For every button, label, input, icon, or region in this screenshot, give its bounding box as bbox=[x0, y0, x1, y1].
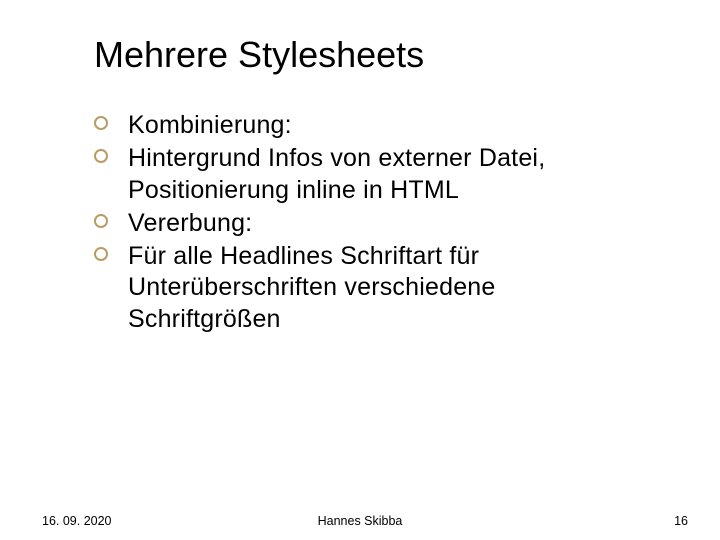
list-item: Kombinierung: bbox=[94, 110, 654, 141]
circle-bullet-icon bbox=[94, 116, 108, 130]
slide-title: Mehrere Stylesheets bbox=[94, 34, 424, 76]
bullet-list: Kombinierung: Hintergrund Infos von exte… bbox=[94, 110, 654, 335]
list-item-text: Hintergrund Infos von externer Datei, Po… bbox=[128, 144, 545, 203]
list-item-text: Vererbung: bbox=[128, 209, 252, 237]
slide-body: Kombinierung: Hintergrund Infos von exte… bbox=[94, 110, 654, 337]
list-item: Vererbung: bbox=[94, 208, 654, 239]
list-item: Hintergrund Infos von externer Datei, Po… bbox=[94, 143, 654, 206]
footer-author: Hannes Skibba bbox=[0, 514, 720, 528]
circle-bullet-icon bbox=[94, 149, 108, 163]
list-item: Für alle Headlines Schriftart für Unterü… bbox=[94, 241, 654, 335]
list-item-text: Kombinierung: bbox=[128, 111, 292, 139]
circle-bullet-icon bbox=[94, 247, 108, 261]
slide-footer: 16. 09. 2020 Hannes Skibba 16 bbox=[0, 508, 720, 528]
slide: Mehrere Stylesheets Kombinierung: Hinter… bbox=[0, 0, 720, 540]
footer-page-number: 16 bbox=[674, 514, 688, 528]
circle-bullet-icon bbox=[94, 214, 108, 228]
list-item-text: Für alle Headlines Schriftart für Unterü… bbox=[128, 242, 496, 333]
